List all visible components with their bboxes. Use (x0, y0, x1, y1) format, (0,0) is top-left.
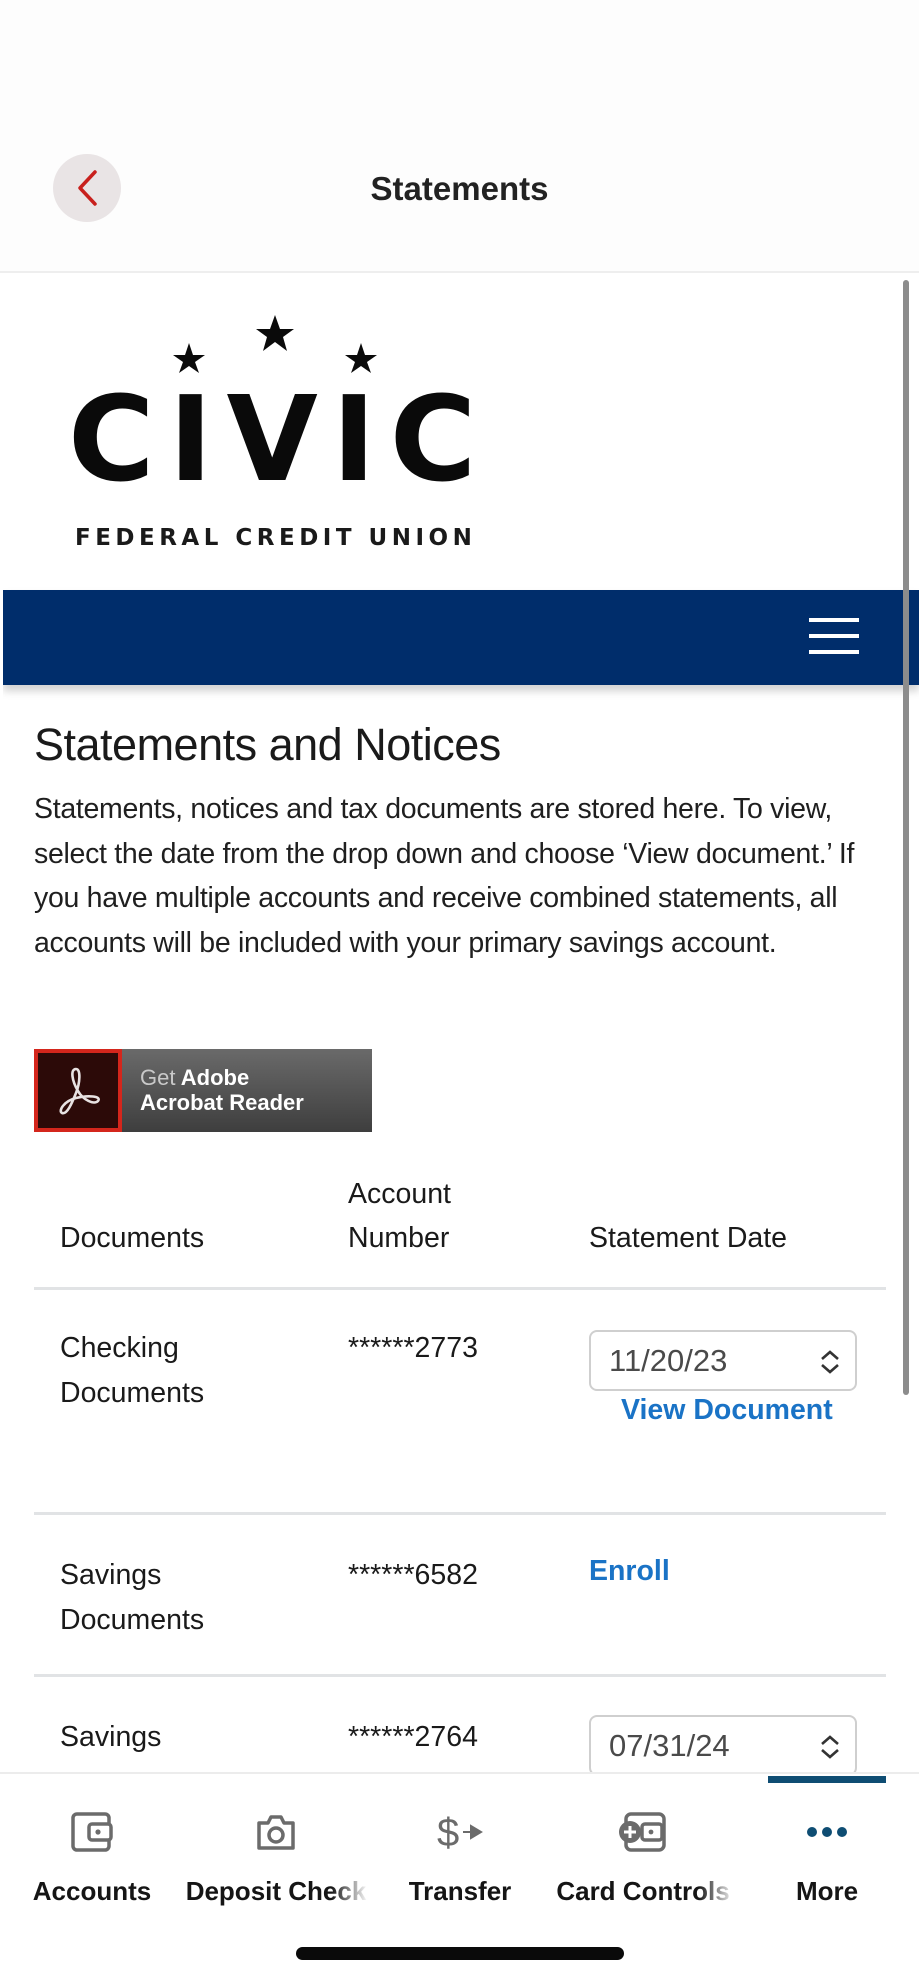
select-chevrons-icon (821, 1350, 839, 1374)
adobe-badge-text: Get Adobe Acrobat Reader (140, 1065, 304, 1115)
tab-card-controls[interactable]: Card Controls (548, 1798, 738, 1908)
document-type: Checking Documents (60, 1332, 205, 1409)
table-row: Savings Documents ******6582 Enroll (34, 1515, 886, 1677)
account-number: ******2773 (348, 1332, 478, 1364)
tab-more[interactable]: More (735, 1798, 919, 1908)
tab-label: Deposit Check (185, 1876, 367, 1906)
selected-date: 11/20/23 (609, 1343, 728, 1378)
status-bar (0, 0, 919, 110)
tab-deposit-check[interactable]: Deposit Check (184, 1798, 368, 1908)
svg-text:$: $ (437, 1811, 459, 1853)
view-document-link[interactable]: View Document (621, 1394, 833, 1427)
scrollbar[interactable] (903, 280, 909, 1395)
acrobat-icon (34, 1049, 122, 1132)
enroll-link[interactable]: Enroll (589, 1555, 670, 1588)
account-number: ******6582 (348, 1559, 478, 1591)
account-number: ******2764 (348, 1721, 478, 1753)
statements-table: Documents Account Number Statement Date … (34, 1168, 886, 1772)
dollar-transfer-icon: $ (437, 1811, 483, 1853)
column-header-statement-date: Statement Date (589, 1222, 788, 1254)
home-indicator (296, 1947, 624, 1960)
statement-date-select[interactable]: 07/31/24 (589, 1715, 857, 1772)
column-header-documents: Documents (60, 1222, 205, 1254)
statement-date-select[interactable]: 11/20/23 (589, 1330, 857, 1391)
tab-accounts[interactable]: Accounts (0, 1798, 184, 1908)
table-row: Savings ******2764 07/31/24 (34, 1677, 886, 1772)
select-chevrons-icon (821, 1735, 839, 1759)
tab-label: Card Controls (556, 1876, 730, 1906)
tab-transfer[interactable]: $ Transfer (368, 1798, 552, 1908)
card-control-icon (619, 1812, 666, 1852)
tab-label: Transfer (408, 1876, 512, 1906)
column-header-account-number: Account Number (348, 1178, 451, 1254)
tab-label: More (795, 1876, 859, 1906)
intro-text: Statements, notices and tax documents ar… (34, 793, 855, 959)
document-type: Savings (60, 1721, 162, 1753)
hamburger-menu-icon[interactable] (809, 618, 859, 656)
site-nav-bar (3, 590, 919, 685)
nav-header: Statements (0, 110, 919, 273)
section-heading: Statements and Notices (34, 719, 501, 770)
table-row: Checking Documents ******2773 11/20/23 V… (34, 1290, 886, 1515)
logo-subtitle: FEDERAL CREDIT UNION (75, 525, 477, 551)
civic-logo: CIVIC FEDERAL CREDIT UNION (3, 275, 919, 590)
camera-icon (257, 1815, 295, 1850)
app-screen: Statements CIVIC FEDERAL CREDIT UNION St… (0, 0, 919, 1980)
document-type: Savings Documents (60, 1559, 205, 1636)
more-dots-icon (807, 1827, 847, 1837)
page-title: Statements (370, 170, 549, 207)
get-adobe-reader-button[interactable]: Get Adobe Acrobat Reader (34, 1049, 372, 1132)
web-content: CIVIC FEDERAL CREDIT UNION Statements an… (3, 275, 919, 1772)
logo-wordmark: CIVIC (68, 370, 491, 508)
active-tab-indicator (768, 1776, 886, 1783)
selected-date: 07/31/24 (609, 1728, 730, 1763)
tab-label: Accounts (32, 1876, 152, 1906)
wallet-icon (71, 1812, 113, 1852)
table-header: Documents Account Number Statement Date (34, 1168, 886, 1290)
